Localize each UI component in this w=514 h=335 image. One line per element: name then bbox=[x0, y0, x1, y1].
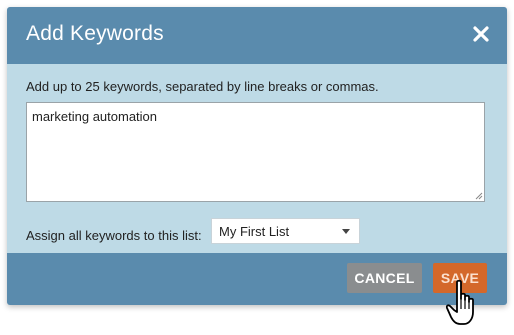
add-keywords-dialog: Add Keywords Add up to 25 keywords, sepa… bbox=[7, 7, 507, 305]
list-select-value: My First List bbox=[219, 224, 290, 239]
list-select[interactable]: My First List bbox=[211, 218, 360, 244]
cancel-button[interactable]: CANCEL bbox=[347, 263, 422, 293]
close-icon[interactable] bbox=[471, 24, 491, 44]
instructions-text: Add up to 25 keywords, separated by line… bbox=[26, 79, 379, 94]
assign-list-label: Assign all keywords to this list: bbox=[26, 228, 202, 243]
save-button[interactable]: SAVE bbox=[433, 263, 487, 293]
dialog-body: Add up to 25 keywords, separated by line… bbox=[7, 64, 507, 253]
chevron-down-icon bbox=[342, 229, 350, 234]
keywords-textarea[interactable]: marketing automation bbox=[26, 102, 485, 202]
dialog-footer: CANCEL SAVE bbox=[7, 253, 507, 305]
dialog-header: Add Keywords bbox=[7, 7, 507, 64]
dialog-title: Add Keywords bbox=[26, 22, 164, 45]
